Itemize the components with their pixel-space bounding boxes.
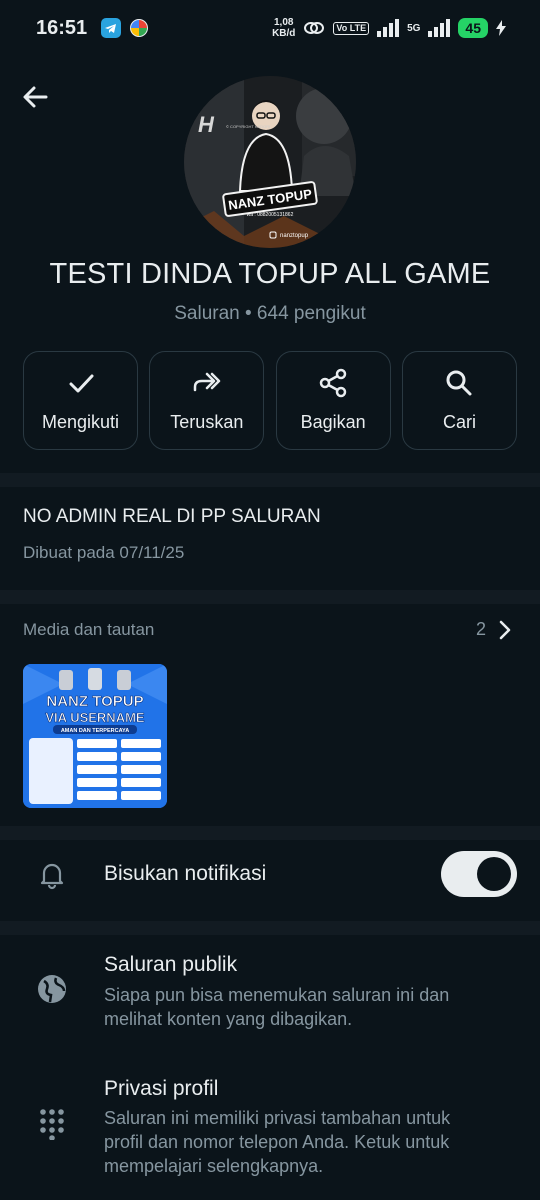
pinwheel-app-icon — [130, 19, 149, 37]
section-divider — [0, 826, 540, 840]
media-links-header[interactable]: Media dan tautan 2 — [23, 619, 512, 640]
search-icon — [446, 370, 472, 396]
forward-label: Teruskan — [170, 412, 244, 432]
link-icon — [304, 22, 325, 34]
media-thumbnail-image: NANZ TOPUP VIA USERNAME AMAN DAN TERPERC… — [23, 664, 167, 808]
network-speed-unit: KB/d — [272, 28, 296, 39]
section-divider — [0, 921, 540, 935]
media-count: 2 — [475, 619, 486, 639]
chevron-right-icon — [499, 620, 511, 639]
share-button[interactable]: Bagikan — [275, 351, 391, 450]
globe-icon — [38, 975, 66, 1003]
avatar-ig-text: nanztopup — [280, 233, 309, 239]
telegram-icon — [101, 18, 122, 38]
battery-level: 45 — [458, 18, 488, 38]
created-date: Dibuat pada 07/11/25 — [23, 543, 185, 562]
status-bar: 16:51 1,08 KB/d Vo LTE 5G 45 — [0, 0, 540, 56]
check-icon — [69, 374, 93, 393]
avatar-copyright-text: © COPYRIGHT KADORI — [226, 124, 270, 129]
forward-button[interactable]: Teruskan — [149, 351, 265, 450]
share-label: Bagikan — [300, 412, 366, 432]
section-divider — [0, 473, 540, 487]
avatar-image: H NANZ TOPUP wa : 0882005131862 © COPYRI… — [184, 76, 356, 248]
share-icon — [319, 368, 347, 398]
mute-toggle[interactable] — [441, 851, 517, 897]
avatar-wa-text: wa : 0882005131862 — [247, 212, 294, 218]
svg-text:H: H — [198, 112, 215, 137]
public-description: Siapa pun bisa menemukan saluran ini dan… — [104, 985, 450, 1029]
privacy-description: Saluran ini memiliki privasi tambahan un… — [104, 1108, 451, 1176]
status-notification-icons — [101, 18, 149, 38]
dialpad-icon — [40, 1109, 64, 1140]
public-title: Saluran publik — [104, 953, 238, 976]
forward-icon — [193, 372, 221, 392]
follow-button[interactable]: Mengikuti — [23, 351, 138, 450]
mute-label: Bisukan notifikasi — [104, 862, 267, 885]
channel-subtitle: Saluran • 644 pengikut — [174, 303, 366, 324]
search-button[interactable]: Cari — [401, 351, 517, 450]
channel-title: TESTI DINDA TOPUP ALL GAME — [49, 258, 491, 290]
network-speed-value: 1,08 — [274, 17, 294, 28]
status-system-icons: 1,08 KB/d Vo LTE 5G 45 — [272, 17, 506, 39]
charging-icon — [496, 20, 506, 36]
thumb-tag: AMAN DAN TERPERCAYA — [61, 728, 129, 734]
back-arrow-icon[interactable] — [20, 82, 50, 112]
search-label: Cari — [442, 412, 476, 432]
signal-2-icon — [428, 19, 451, 37]
follow-label: Mengikuti — [41, 412, 120, 432]
thumb-title-1: NANZ TOPUP — [46, 693, 143, 710]
network-type: 5G — [407, 22, 421, 34]
network-speed: 1,08 KB/d — [272, 17, 295, 39]
channel-avatar[interactable]: H NANZ TOPUP wa : 0882005131862 © COPYRI… — [184, 76, 356, 248]
action-row: Mengikuti Teruskan Bagikan Cari — [23, 351, 517, 450]
volte-badge: Vo LTE — [333, 21, 370, 35]
toggle-knob — [477, 857, 511, 891]
section-divider — [0, 590, 540, 604]
thumb-title-2: VIA USERNAME — [45, 710, 145, 725]
channel-description: NO ADMIN REAL DI PP SALURAN — [23, 506, 321, 527]
signal-icon — [377, 19, 400, 37]
media-links-title: Media dan tautan — [23, 619, 155, 639]
privacy-title: Privasi profil — [104, 1077, 219, 1100]
status-time: 16:51 — [36, 16, 88, 39]
bell-icon — [40, 863, 64, 890]
media-thumbnail[interactable]: NANZ TOPUP VIA USERNAME AMAN DAN TERPERC… — [23, 664, 167, 808]
